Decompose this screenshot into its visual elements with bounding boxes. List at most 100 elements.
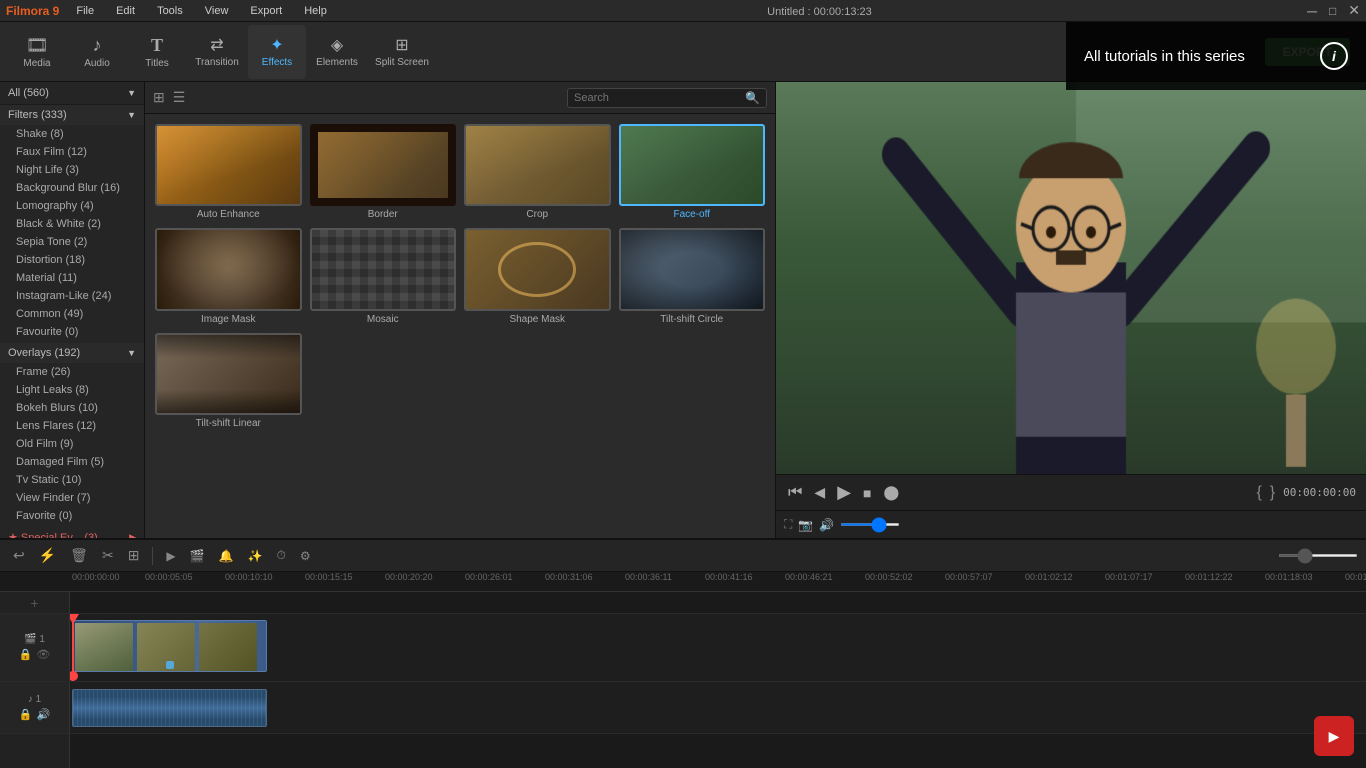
volume-slider[interactable] (840, 523, 900, 526)
filter-material[interactable]: Material (11) (0, 269, 144, 287)
list-icon: ☰ (173, 89, 186, 106)
ruler-tick-13: 00:01:07:17 (1105, 572, 1153, 582)
stop-button[interactable]: ■ (861, 483, 873, 503)
record-overlay-button[interactable]: ▶ (1314, 716, 1354, 756)
ruler-tick-15: 00:01:18:03 (1265, 572, 1313, 582)
tool-audio[interactable]: ♪ Audio (68, 25, 126, 79)
overlay-frame[interactable]: Frame (26) (0, 363, 144, 381)
window-close[interactable]: ✕ (1348, 2, 1360, 19)
special-ev-header[interactable]: ★ Special Ev... (3) ▶ (0, 527, 144, 538)
preview-bottom-bar: ⛶ 📷 🔊 (776, 510, 1366, 538)
volume-button[interactable]: 🔊 (819, 518, 834, 532)
video-track-content[interactable] (70, 614, 1366, 681)
filter-favourite[interactable]: Favourite (0) (0, 323, 144, 341)
menu-file[interactable]: File (71, 3, 99, 19)
tool-split-screen[interactable]: ⊞ Split Screen (368, 25, 436, 79)
overlay-view-finder[interactable]: View Finder (7) (0, 489, 144, 507)
menu-tools[interactable]: Tools (152, 3, 188, 19)
tool-titles[interactable]: T Titles (128, 25, 186, 79)
effect-auto-enhance[interactable]: Auto Enhance (155, 124, 302, 220)
step-back-button[interactable]: ◀ (812, 482, 827, 503)
playback-brackets-right[interactable]: } (1270, 484, 1275, 502)
ruler-tick-0: 00:00:00:00 (72, 572, 120, 582)
video-clip[interactable] (72, 620, 267, 672)
filter-instagram-like[interactable]: Instagram-Like (24) (0, 287, 144, 305)
ruler-tick-9: 00:00:46:21 (785, 572, 833, 582)
effect-image-mask[interactable]: Image Mask (155, 228, 302, 324)
audio-lock-icon[interactable]: 🔒 (19, 708, 33, 721)
playback-brackets-left[interactable]: { (1256, 484, 1261, 502)
audio-mute-icon[interactable]: 🔊 (37, 708, 51, 721)
search-input[interactable] (574, 92, 741, 104)
effect-tilt-shift-linear[interactable]: Tilt-shift Linear (155, 333, 302, 429)
video-eye-icon[interactable]: 👁 (36, 648, 50, 661)
goto-start-button[interactable]: ⏮ (786, 482, 804, 504)
tl-cut[interactable]: ✂ (97, 545, 119, 566)
window-minimize[interactable]: ─ (1307, 3, 1317, 19)
filter-distortion[interactable]: Distortion (18) (0, 251, 144, 269)
play-button[interactable]: ▶ (835, 480, 853, 505)
filter-sepia-tone[interactable]: Sepia Tone (2) (0, 233, 144, 251)
overlay-lens-flares[interactable]: Lens Flares (12) (0, 417, 144, 435)
tool-media[interactable]: 🎞 Media (8, 25, 66, 79)
tool-elements[interactable]: ◈ Elements (308, 25, 366, 79)
ruler-tick-4: 00:00:20:20 (385, 572, 433, 582)
filter-background-blur[interactable]: Background Blur (16) (0, 179, 144, 197)
effect-crop[interactable]: Crop (464, 124, 611, 220)
record-button[interactable]: ⬤ (882, 482, 902, 503)
menu-help[interactable]: Help (299, 3, 332, 19)
screenshot-button[interactable]: 📷 (798, 518, 813, 532)
tutorial-text: All tutorials in this series (1084, 48, 1245, 65)
zoom-slider[interactable] (1278, 554, 1358, 557)
add-media-btn[interactable]: + (0, 592, 70, 613)
effect-tilt-shift-circle[interactable]: Tilt-shift Circle (619, 228, 766, 324)
overlay-favorite[interactable]: Favorite (0) (0, 507, 144, 525)
tool-effects[interactable]: ✦ Effects (248, 25, 306, 79)
audio-clip[interactable] (72, 689, 267, 727)
effect-shape-mask[interactable]: Shape Mask (464, 228, 611, 324)
overlay-damaged-film[interactable]: Damaged Film (5) (0, 453, 144, 471)
effect-face-off[interactable]: Face-off (619, 124, 766, 220)
filter-night-life[interactable]: Night Life (3) (0, 161, 144, 179)
video-track-header: 🎬 1 🔒 👁 (0, 614, 70, 681)
tool-transition[interactable]: ⇄ Transition (188, 25, 246, 79)
video-track-number: 🎬 1 (24, 634, 45, 645)
filter-common[interactable]: Common (49) (0, 305, 144, 323)
all-filter[interactable]: All (560) ▼ (0, 82, 144, 105)
filter-faux-film[interactable]: Faux Film (12) (0, 143, 144, 161)
overlay-tv-static[interactable]: Tv Static (10) (0, 471, 144, 489)
effect-border[interactable]: Border (310, 124, 457, 220)
tl-settings[interactable]: ⚙ (295, 547, 316, 565)
menu-export[interactable]: Export (245, 3, 287, 19)
all-chevron: ▼ (127, 88, 136, 98)
window-maximize[interactable]: □ (1329, 4, 1336, 18)
overlay-bokeh-blurs[interactable]: Bokeh Blurs (10) (0, 399, 144, 417)
filter-black-white[interactable]: Black & White (2) (0, 215, 144, 233)
preview-panel: ⏮ ◀ ▶ ■ ⬤ { } 00:00:00:00 ⛶ 📷 🔊 (776, 82, 1366, 538)
tutorial-info-button[interactable]: i (1320, 42, 1348, 70)
menu-view[interactable]: View (200, 3, 234, 19)
tl-copy-paste[interactable]: ⊞ (123, 545, 145, 566)
filters-header[interactable]: Filters (333) ▼ (0, 105, 144, 125)
ruler-tick-3: 00:00:15:15 (305, 572, 353, 582)
overlay-old-film[interactable]: Old Film (9) (0, 435, 144, 453)
tl-effects-btn[interactable]: ✨ (243, 547, 268, 565)
filter-lomography[interactable]: Lomography (4) (0, 197, 144, 215)
tl-undo[interactable]: ↩ (8, 545, 30, 566)
fullscreen-button[interactable]: ⛶ (784, 517, 792, 532)
filter-shake[interactable]: Shake (8) (0, 125, 144, 143)
tl-play-all[interactable]: ▶ (161, 547, 180, 565)
video-lock-icon[interactable]: 🔒 (19, 648, 33, 661)
search-icon: 🔍 (745, 91, 760, 105)
effect-mosaic[interactable]: Mosaic (310, 228, 457, 324)
overlay-light-leaks[interactable]: Light Leaks (8) (0, 381, 144, 399)
menu-edit[interactable]: Edit (111, 3, 140, 19)
tl-audio-track[interactable]: 🔔 (214, 547, 239, 565)
overlays-header[interactable]: Overlays (192) ▼ (0, 343, 144, 363)
tl-split[interactable]: ⚡ (34, 545, 61, 566)
tl-delete[interactable]: 🗑 (65, 545, 93, 566)
tl-transition-btn[interactable]: ⏱ (272, 546, 291, 565)
tl-add-media[interactable]: 🎬 (185, 547, 210, 565)
preview-canvas (776, 82, 1366, 474)
audio-track-content[interactable] (70, 682, 1366, 733)
